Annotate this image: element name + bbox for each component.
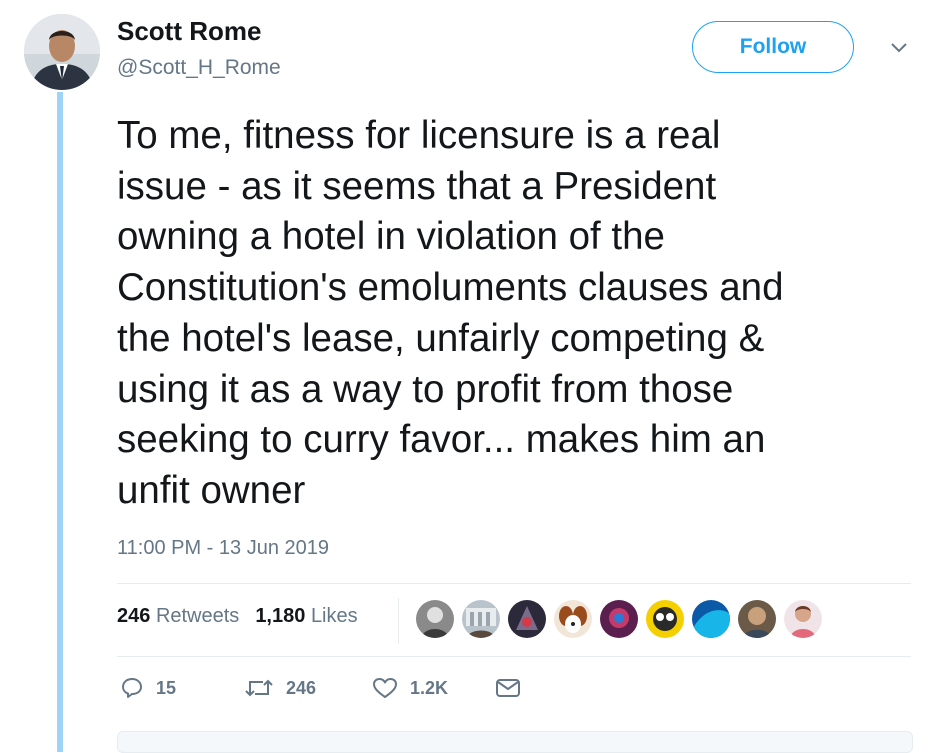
stats-separator bbox=[398, 598, 399, 644]
liker-avatar[interactable] bbox=[508, 600, 546, 638]
author-handle[interactable]: @Scott_H_Rome bbox=[117, 56, 281, 80]
retweets-stat[interactable]: 246 Retweets bbox=[117, 605, 239, 628]
more-options-button[interactable] bbox=[884, 36, 914, 60]
retweets-count: 246 bbox=[117, 605, 151, 627]
likes-count: 1,180 bbox=[255, 605, 306, 627]
likes-label: Likes bbox=[310, 605, 358, 627]
author-display-name[interactable]: Scott Rome bbox=[117, 16, 261, 47]
envelope-icon bbox=[496, 679, 520, 697]
likes-stat[interactable]: 1,180 Likes bbox=[255, 605, 357, 628]
tweet-actions: 15 246 1.2K bbox=[120, 676, 521, 700]
profile-photo-icon bbox=[24, 14, 100, 90]
direct-message-button[interactable] bbox=[495, 677, 521, 699]
liker-avatar[interactable] bbox=[600, 600, 638, 638]
divider bbox=[117, 656, 911, 657]
like-count: 1.2K bbox=[410, 677, 449, 698]
liker-avatar[interactable] bbox=[784, 600, 822, 638]
thread-connector-line bbox=[57, 92, 63, 752]
reply-icon bbox=[122, 678, 142, 698]
liker-avatar[interactable] bbox=[462, 600, 500, 638]
liker-avatar[interactable] bbox=[738, 600, 776, 638]
engagement-stats: 246 Retweets 1,180 Likes bbox=[117, 605, 358, 628]
divider bbox=[117, 583, 911, 584]
tweet-timestamp[interactable]: 11:00 PM - 13 Jun 2019 bbox=[117, 537, 329, 560]
follow-button[interactable]: Follow bbox=[692, 21, 854, 73]
retweet-icon bbox=[245, 679, 273, 697]
reply-button[interactable]: 15 bbox=[120, 676, 244, 700]
retweets-label: Retweets bbox=[155, 605, 240, 627]
retweet-button[interactable]: 246 bbox=[244, 676, 372, 700]
chevron-down-icon bbox=[891, 43, 907, 53]
tweet-text: To me, fitness for licensure is a real i… bbox=[117, 114, 784, 512]
liker-avatars bbox=[416, 600, 822, 638]
liker-avatar[interactable] bbox=[692, 600, 730, 638]
avatar[interactable] bbox=[24, 14, 100, 90]
liker-avatar[interactable] bbox=[416, 600, 454, 638]
liker-avatar[interactable] bbox=[554, 600, 592, 638]
like-button[interactable]: 1.2K bbox=[372, 676, 495, 700]
liker-avatar[interactable] bbox=[646, 600, 684, 638]
retweet-count: 246 bbox=[286, 677, 317, 698]
reply-count: 15 bbox=[156, 677, 177, 698]
reply-composer[interactable] bbox=[117, 731, 913, 753]
heart-icon bbox=[373, 678, 397, 698]
